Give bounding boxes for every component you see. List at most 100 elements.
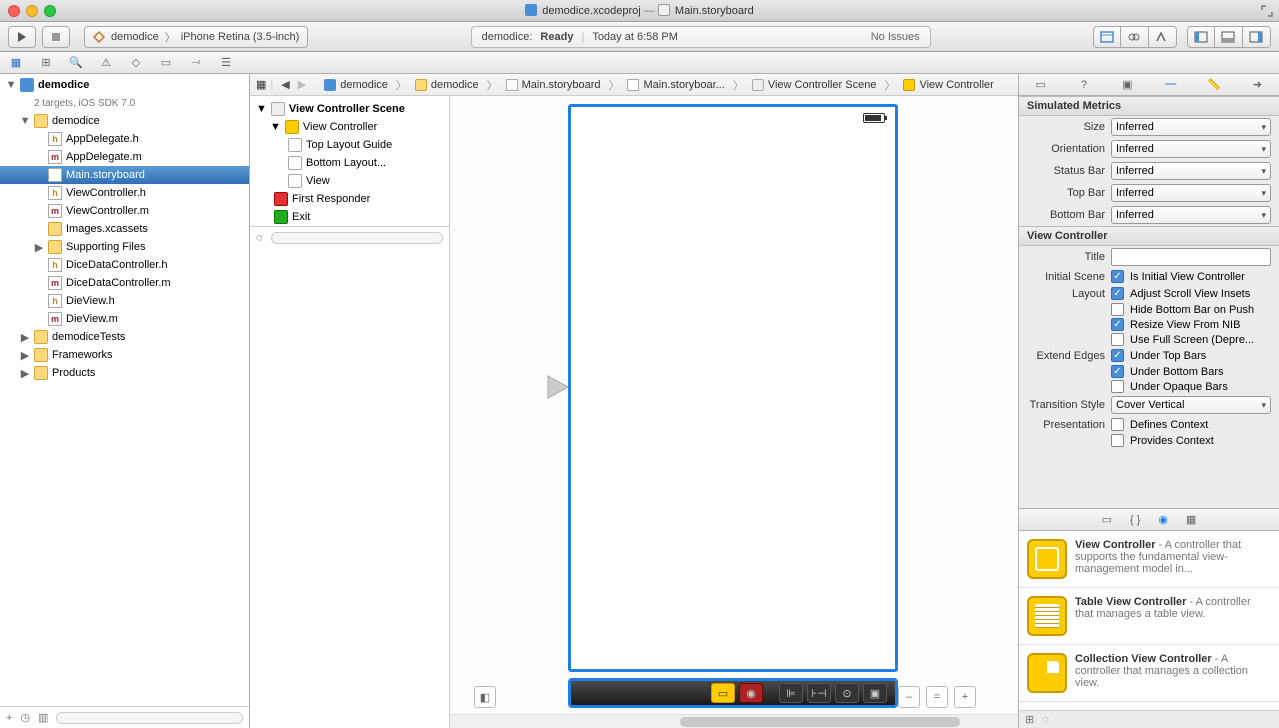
outline-bottom-guide[interactable]: Bottom Layout...: [250, 154, 449, 172]
file-row[interactable]: mViewController.m: [0, 202, 249, 220]
scene-dock[interactable]: ▭ ◉ ⊫ ⊦⊣ ⊙ ▣: [568, 678, 898, 708]
run-button[interactable]: [8, 26, 36, 48]
project-row[interactable]: ▼ demodice: [0, 76, 249, 94]
find-navigator-icon[interactable]: 🔍: [68, 55, 84, 71]
zoom-in-button[interactable]: +: [954, 686, 976, 708]
resize-checkbox[interactable]: ✓: [1111, 318, 1124, 331]
outline-scene[interactable]: ▼View Controller Scene: [250, 100, 449, 118]
transition-select[interactable]: Cover Vertical▾: [1111, 396, 1271, 414]
initial-checkbox[interactable]: ✓: [1111, 270, 1124, 283]
library-item[interactable]: View Controller - A controller that supp…: [1019, 531, 1279, 588]
outline-filter-field[interactable]: [271, 232, 443, 244]
group-frameworks[interactable]: ▶Frameworks: [0, 346, 249, 364]
filter-field[interactable]: [56, 712, 243, 724]
size-inspector-icon[interactable]: 📏: [1203, 76, 1225, 94]
underbottom-checkbox[interactable]: ✓: [1111, 365, 1124, 378]
jumpbar-seg[interactable]: Main.storyboard: [522, 79, 601, 91]
outline-top-guide[interactable]: Top Layout Guide: [250, 136, 449, 154]
group-app[interactable]: ▼demodice: [0, 112, 249, 130]
file-row[interactable]: Images.xcassets: [0, 220, 249, 238]
file-row[interactable]: mAppDelegate.m: [0, 148, 249, 166]
toggle-utilities-button[interactable]: [1243, 26, 1271, 48]
scheme-selector[interactable]: demodice 〉 iPhone Retina (3.5-inch): [84, 26, 308, 48]
adjust-checkbox[interactable]: ✓: [1111, 287, 1124, 300]
version-editor-button[interactable]: [1149, 26, 1177, 48]
log-navigator-icon[interactable]: ☰: [218, 55, 234, 71]
object-library-icon[interactable]: ◉: [1158, 513, 1168, 526]
code-snippet-icon[interactable]: { }: [1130, 514, 1140, 526]
debug-navigator-icon[interactable]: ▭: [158, 55, 174, 71]
resizing-button[interactable]: ▣: [863, 683, 887, 703]
outline-filter-icon[interactable]: ◌: [256, 232, 263, 244]
undertop-checkbox[interactable]: ✓: [1111, 349, 1124, 362]
toggle-navigator-button[interactable]: [1187, 26, 1215, 48]
zoom-button[interactable]: [44, 5, 56, 17]
fullscreen-icon[interactable]: [1261, 5, 1273, 17]
jumpbar-seg[interactable]: View Controller: [919, 79, 993, 91]
connections-inspector-icon[interactable]: ➜: [1246, 76, 1268, 94]
dock-fr-icon[interactable]: ◉: [739, 683, 763, 703]
title-field[interactable]: [1111, 248, 1271, 266]
outline-view[interactable]: View: [250, 172, 449, 190]
bottombar-select[interactable]: Inferred▾: [1111, 206, 1271, 224]
align-button[interactable]: ⊫: [779, 683, 803, 703]
hidebottom-checkbox[interactable]: [1111, 303, 1124, 316]
zoom-out-button[interactable]: –: [898, 686, 920, 708]
breakpoint-navigator-icon[interactable]: ⤙: [188, 55, 204, 71]
file-row[interactable]: hViewController.h: [0, 184, 249, 202]
provides-checkbox[interactable]: [1111, 434, 1124, 447]
defines-checkbox[interactable]: [1111, 418, 1124, 431]
file-row-selected[interactable]: Main.storyboard: [0, 166, 249, 184]
file-inspector-icon[interactable]: ▭: [1030, 76, 1052, 94]
attributes-inspector-icon[interactable]: ⎯⎯: [1160, 76, 1182, 94]
toggle-debug-button[interactable]: [1215, 26, 1243, 48]
file-row[interactable]: hDieView.h: [0, 292, 249, 310]
group-supporting[interactable]: ▶Supporting Files: [0, 238, 249, 256]
related-items-icon[interactable]: ▦: [256, 78, 266, 91]
library-item[interactable]: Collection View Controller - A controlle…: [1019, 645, 1279, 702]
jumpbar-seg[interactable]: demodice: [340, 79, 388, 91]
media-library-icon[interactable]: ▦: [1186, 513, 1196, 526]
pin-button[interactable]: ⊦⊣: [807, 683, 831, 703]
close-button[interactable]: [8, 5, 20, 17]
horizontal-scrollbar[interactable]: [450, 714, 1018, 728]
file-row[interactable]: hAppDelegate.h: [0, 130, 249, 148]
outline-vc[interactable]: ▼View Controller: [250, 118, 449, 136]
symbol-navigator-icon[interactable]: ⊞: [38, 55, 54, 71]
size-select[interactable]: Inferred▾: [1111, 118, 1271, 136]
assistant-editor-button[interactable]: [1121, 26, 1149, 48]
topbar-select[interactable]: Inferred▾: [1111, 184, 1271, 202]
standard-editor-button[interactable]: [1093, 26, 1121, 48]
issue-navigator-icon[interactable]: ⚠: [98, 55, 114, 71]
group-products[interactable]: ▶Products: [0, 364, 249, 382]
group-tests[interactable]: ▶demodiceTests: [0, 328, 249, 346]
fullscreen-checkbox[interactable]: [1111, 333, 1124, 346]
quick-help-icon[interactable]: ?: [1073, 76, 1095, 94]
toggle-outline-button[interactable]: ◧: [474, 686, 496, 708]
project-navigator-icon[interactable]: ▦: [8, 55, 24, 71]
jumpbar-seg[interactable]: demodice: [431, 79, 479, 91]
outline-first-responder[interactable]: First Responder: [250, 190, 449, 208]
file-row[interactable]: mDiceDataController.m: [0, 274, 249, 292]
back-button[interactable]: ◀: [277, 78, 293, 91]
stop-button[interactable]: [42, 26, 70, 48]
dock-vc-icon[interactable]: ▭: [711, 683, 735, 703]
orientation-select[interactable]: Inferred▾: [1111, 140, 1271, 158]
add-icon[interactable]: +: [6, 712, 12, 724]
identity-inspector-icon[interactable]: ▣: [1116, 76, 1138, 94]
library-item[interactable]: Table View Controller - A controller tha…: [1019, 588, 1279, 645]
resolve-button[interactable]: ⊙: [835, 683, 859, 703]
view-controller-canvas[interactable]: [568, 104, 898, 672]
recent-icon[interactable]: ◷: [20, 711, 30, 724]
file-row[interactable]: hDiceDataController.h: [0, 256, 249, 274]
grid-view-icon[interactable]: ⊞: [1025, 713, 1034, 726]
forward-button[interactable]: ▶: [294, 78, 310, 91]
jumpbar-seg[interactable]: Main.storyboar...: [643, 79, 724, 91]
scm-icon[interactable]: ▥: [38, 711, 48, 724]
statusbar-select[interactable]: Inferred▾: [1111, 162, 1271, 180]
jumpbar-seg[interactable]: View Controller Scene: [768, 79, 877, 91]
underopaque-checkbox[interactable]: [1111, 380, 1124, 393]
outline-exit[interactable]: Exit: [250, 208, 449, 226]
minimize-button[interactable]: [26, 5, 38, 17]
jump-bar[interactable]: ▦ | ◀ ▶ demodice〉 demodice〉 Main.storybo…: [250, 74, 1018, 96]
